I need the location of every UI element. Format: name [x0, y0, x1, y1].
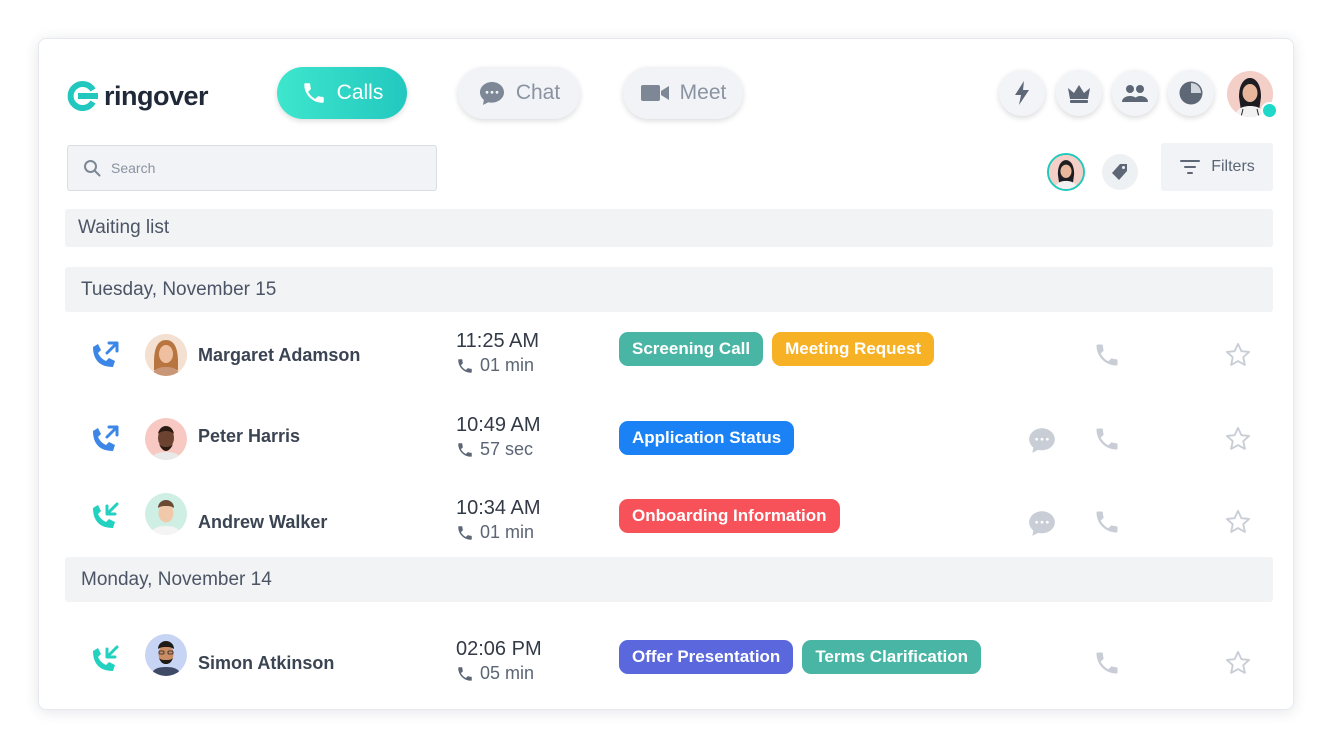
tag-badge[interactable]: Offer Presentation: [619, 640, 794, 674]
contact-avatar-portrait: [145, 334, 187, 376]
outgoing-call-icon: [93, 425, 119, 451]
tab-calls[interactable]: Calls: [277, 67, 407, 119]
ringover-logo: ringover: [66, 79, 209, 113]
tag-icon: [1112, 164, 1127, 180]
phone-icon: [303, 83, 324, 103]
call-time: 10:49 AM: [456, 414, 541, 436]
contact-name: Peter Harris: [198, 426, 301, 446]
call-tags: Onboarding Information: [619, 499, 840, 533]
history-button[interactable]: [1168, 70, 1214, 116]
clock-icon: [1179, 81, 1203, 105]
brand-name: ringover: [104, 80, 209, 111]
agent-filter-avatar[interactable]: [1047, 153, 1085, 191]
call-back-icon[interactable]: [1093, 508, 1121, 536]
crown-icon: [1068, 85, 1090, 103]
online-status-dot: [1261, 102, 1278, 119]
contact-avatar: [145, 418, 187, 460]
team-button[interactable]: [1112, 70, 1158, 116]
call-tags: Screening Call Meeting Request: [619, 332, 935, 366]
call-duration-value: 05 min: [480, 663, 535, 683]
phone-icon: [458, 525, 472, 540]
contact-avatar-portrait: [145, 493, 187, 535]
contact-avatar: [145, 493, 187, 535]
chat-bubble-icon[interactable]: [1027, 425, 1057, 455]
call-duration-value: 57 sec: [480, 439, 534, 459]
filters-button[interactable]: Filters: [1161, 143, 1273, 191]
call-duration: 01 min: [456, 355, 534, 376]
tag-badge[interactable]: Onboarding Information: [619, 499, 840, 533]
call-duration: 57 sec: [456, 439, 533, 460]
date-group-label: Tuesday, November 15: [81, 278, 277, 300]
tag-badge[interactable]: Meeting Request: [772, 332, 935, 366]
video-camera-icon: [640, 85, 669, 101]
phone-icon: [458, 358, 472, 373]
tab-chat[interactable]: Chat: [458, 67, 580, 119]
call-time: 02:06 PM: [456, 638, 542, 660]
star-icon[interactable]: [1224, 508, 1252, 536]
call-duration: 05 min: [456, 663, 534, 684]
tab-meet-label: Meet: [679, 81, 727, 104]
premium-button[interactable]: [1056, 70, 1102, 116]
call-row[interactable]: Peter Harris 10:49 AM 57 sec Application…: [65, 409, 1273, 469]
tab-calls-label: Calls: [336, 81, 384, 104]
date-group-header: Tuesday, November 15: [65, 267, 1273, 312]
contact-avatar: [145, 334, 187, 376]
calls-panel: ringover Calls Chat Meet Search Filters …: [38, 38, 1294, 710]
filters-label: Filters: [1211, 158, 1255, 175]
agent-avatar-portrait: [1049, 155, 1083, 189]
call-back-icon[interactable]: [1093, 341, 1121, 369]
filter-icon: [1180, 160, 1201, 174]
date-group-header: Monday, November 14: [65, 557, 1273, 602]
team-icon: [1122, 85, 1148, 102]
outgoing-call-icon: [93, 341, 119, 367]
date-group-label: Monday, November 14: [81, 568, 272, 590]
tag-badge[interactable]: Application Status: [619, 421, 795, 455]
waiting-list-label: Waiting list: [78, 217, 170, 238]
star-icon[interactable]: [1224, 341, 1252, 369]
waiting-list-bar[interactable]: Waiting list: [65, 209, 1273, 247]
call-duration-value: 01 min: [480, 522, 535, 542]
call-time: 10:34 AM: [456, 497, 541, 519]
tab-chat-label: Chat: [515, 81, 561, 104]
contact-name: Simon Atkinson: [198, 653, 335, 673]
tag-badge[interactable]: Screening Call: [619, 332, 764, 366]
call-duration-value: 01 min: [480, 355, 535, 375]
search-icon: [84, 160, 101, 177]
search-box[interactable]: [67, 145, 437, 191]
call-back-icon[interactable]: [1093, 649, 1121, 677]
call-row[interactable]: Simon Atkinson 02:06 PM 05 min Offer Pre…: [65, 633, 1273, 693]
incoming-call-icon: [93, 645, 119, 671]
call-tags: Application Status: [619, 421, 795, 455]
contact-name: Andrew Walker: [198, 512, 328, 532]
call-row[interactable]: Andrew Walker 10:34 AM 01 min Onboarding…: [65, 492, 1273, 552]
contact-avatar-portrait: [145, 418, 187, 460]
bolt-icon: [1015, 81, 1029, 105]
call-tags: Offer Presentation Terms Clarification: [619, 640, 982, 674]
call-time: 11:25 AM: [456, 330, 540, 352]
contact-avatar: [145, 634, 187, 676]
call-duration: 01 min: [456, 522, 534, 543]
chat-bubble-icon: [479, 82, 504, 105]
star-icon[interactable]: [1224, 425, 1252, 453]
star-icon[interactable]: [1224, 649, 1252, 677]
chat-bubble-icon[interactable]: [1027, 508, 1057, 538]
ringover-logo-icon: [67, 81, 98, 111]
contact-name: Margaret Adamson: [198, 345, 361, 365]
phone-icon: [458, 666, 472, 681]
contact-avatar-portrait: [145, 634, 187, 676]
power-dialer-button[interactable]: [999, 70, 1045, 116]
tag-filter-button[interactable]: [1102, 154, 1138, 190]
tag-badge[interactable]: Terms Clarification: [802, 640, 982, 674]
phone-icon: [458, 442, 472, 457]
call-back-icon[interactable]: [1093, 425, 1121, 453]
search-input[interactable]: [109, 159, 413, 177]
incoming-call-icon: [93, 502, 119, 528]
call-row[interactable]: Margaret Adamson 11:25 AM 01 min Screeni…: [65, 325, 1273, 385]
tab-meet[interactable]: Meet: [623, 67, 743, 119]
